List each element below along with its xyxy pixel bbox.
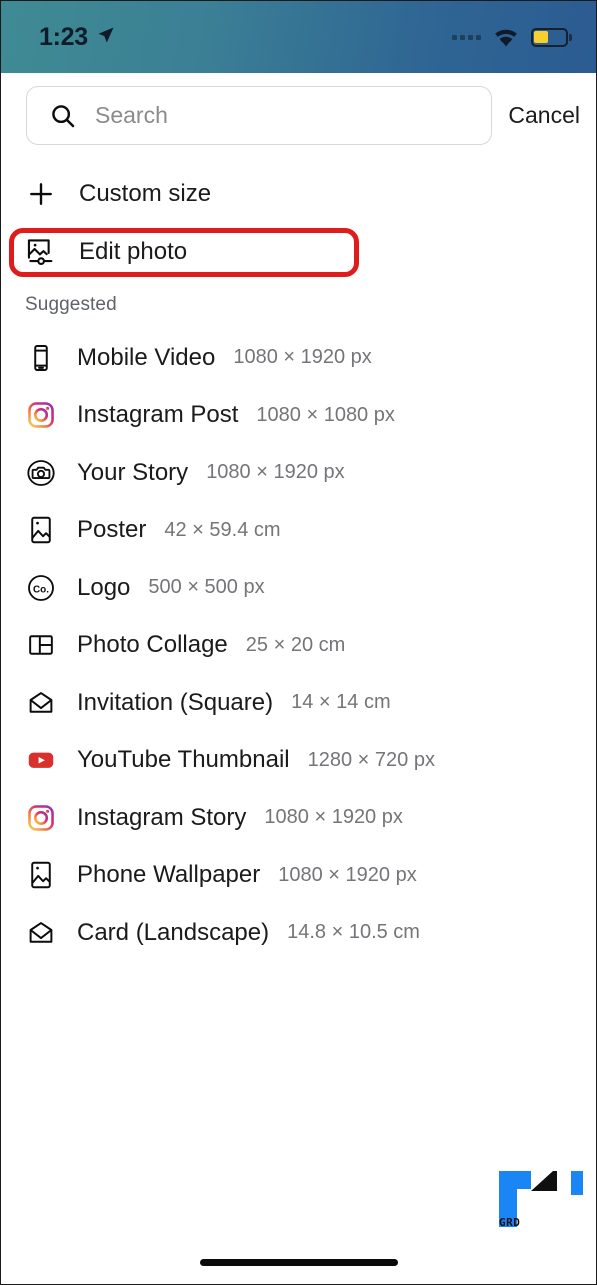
cellular-signal-icon [451, 34, 481, 40]
edit-photo-row[interactable]: Edit photo [1, 228, 596, 276]
list-item[interactable]: Co. Logo 500 × 500 px [1, 559, 596, 617]
home-indicator[interactable] [199, 1259, 398, 1266]
svg-text:Co.: Co. [33, 584, 49, 595]
list-item[interactable]: YouTube Thumbnail 1280 × 720 px [1, 732, 596, 790]
watermark-label: GRD [499, 1216, 521, 1229]
list-item[interactable]: Instagram Post 1080 × 1080 px [1, 387, 596, 445]
item-dimensions: 1080 × 1920 px [233, 346, 372, 369]
item-dimensions: 1080 × 1920 px [206, 461, 345, 484]
item-dimensions: 1080 × 1920 px [278, 863, 417, 886]
battery-low-power-icon [530, 27, 572, 47]
item-dimensions: 42 × 59.4 cm [164, 518, 281, 541]
custom-size-label: Custom size [79, 180, 212, 207]
list-item[interactable]: Instagram Story 1080 × 1920 px [1, 789, 596, 847]
status-bar-left: 1:23 [39, 22, 116, 51]
youtube-icon [23, 742, 59, 778]
edit-photo-label: Edit photo [79, 238, 188, 265]
plus-icon [23, 176, 59, 212]
wifi-icon [492, 27, 520, 48]
status-time: 1:23 [39, 22, 88, 51]
item-dimensions: 500 × 500 px [148, 576, 265, 599]
logo-co-icon: Co. [23, 570, 59, 606]
edit-photo-icon [23, 234, 59, 270]
list-item[interactable]: Invitation (Square) 14 × 14 cm [1, 674, 596, 732]
search-placeholder: Search [95, 102, 168, 128]
suggested-section-title: Suggested [25, 294, 117, 315]
search-row: Search Cancel [1, 73, 596, 158]
item-dimensions: 14.8 × 10.5 cm [287, 921, 420, 944]
status-bar: 1:23 [1, 1, 596, 73]
mobile-phone-icon [23, 340, 59, 376]
cancel-button[interactable]: Cancel [506, 98, 582, 133]
story-camera-icon [23, 455, 59, 491]
search-input[interactable]: Search [26, 86, 493, 145]
item-dimensions: 1080 × 1080 px [256, 403, 395, 426]
item-dimensions: 14 × 14 cm [291, 691, 391, 714]
list-item[interactable]: Phone Wallpaper 1080 × 1920 px [1, 847, 596, 905]
instagram-icon [23, 397, 59, 433]
item-name: Poster [77, 516, 147, 544]
item-dimensions: 1280 × 720 px [307, 748, 435, 771]
item-name: Invitation (Square) [77, 688, 274, 716]
item-name: Mobile Video [77, 343, 216, 371]
item-name: Instagram Story [77, 803, 247, 831]
location-arrow-icon [96, 25, 116, 50]
phone-screen: 1:23 Search Cancel Custom size Edit phot… [0, 0, 597, 1285]
suggested-list: Mobile Video 1080 × 1920 px Instagram Po… [1, 329, 596, 962]
list-item[interactable]: Photo Collage 25 × 20 cm [1, 617, 596, 675]
item-name: Your Story [77, 458, 189, 486]
collage-grid-icon [23, 627, 59, 663]
poster-image-icon [23, 512, 59, 548]
item-dimensions: 1080 × 1920 px [264, 806, 403, 829]
instagram-icon [23, 800, 59, 836]
search-icon [45, 98, 81, 134]
item-name: Phone Wallpaper [77, 861, 261, 889]
list-item[interactable]: Your Story 1080 × 1920 px [1, 444, 596, 502]
envelope-icon [23, 685, 59, 721]
item-name: Instagram Post [77, 401, 239, 429]
list-item[interactable]: Card (Landscape) 14.8 × 10.5 cm [1, 904, 596, 962]
list-item[interactable]: Mobile Video 1080 × 1920 px [1, 329, 596, 387]
poster-image-icon [23, 857, 59, 893]
item-dimensions: 25 × 20 cm [245, 633, 346, 656]
item-name: Card (Landscape) [77, 918, 270, 946]
item-name: Photo Collage [77, 631, 228, 659]
list-item[interactable]: Poster 42 × 59.4 cm [1, 502, 596, 560]
item-name: Logo [77, 573, 131, 601]
item-name: YouTube Thumbnail [77, 746, 290, 774]
status-bar-right [451, 27, 572, 48]
custom-size-row[interactable]: Custom size [1, 169, 596, 219]
envelope-icon [23, 915, 59, 951]
